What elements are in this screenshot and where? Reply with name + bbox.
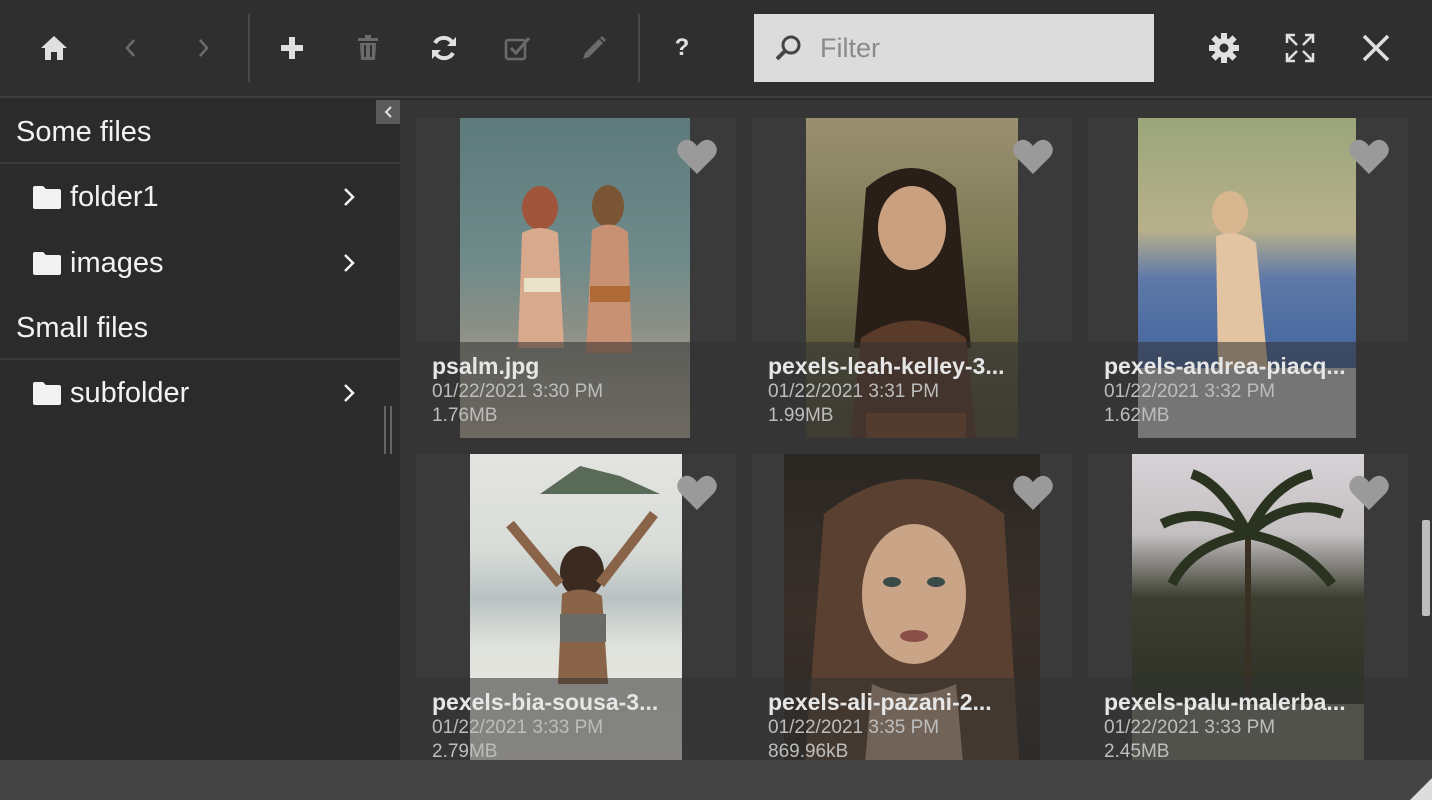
chevron-right-icon [344,254,355,272]
forward-button[interactable] [180,24,228,72]
sidebar-resize-handle[interactable] [384,406,392,454]
file-date: 01/22/2021 3:31 PM [768,381,940,402]
file-tile[interactable]: pexels-leah-kelley-3... 01/22/2021 3:31 … [752,118,1072,438]
sidebar-item-label: images [70,246,164,279]
add-icon [281,37,303,59]
heart-icon[interactable] [1348,138,1390,176]
chevron-right-icon [344,188,355,206]
back-icon [125,39,135,57]
rename-button[interactable] [570,24,618,72]
section-title-small-files: Small files [0,298,400,360]
file-caption: pexels-palu-malerba... 01/22/2021 3:33 P… [1088,678,1408,760]
file-name: pexels-palu-malerba... [1104,689,1346,715]
file-caption: pexels-bia-sousa-3... 01/22/2021 3:33 PM… [416,678,736,760]
file-tile[interactable]: pexels-ali-pazani-2... 01/22/2021 3:35 P… [752,454,1072,760]
file-caption: psalm.jpg 01/22/2021 3:30 PM 1.76MB [416,342,736,438]
refresh-icon [432,35,456,61]
sidebar-item-subfolder[interactable]: subfolder [0,361,400,425]
help-icon: ? [674,34,690,61]
sidebar-item-label: subfolder [70,376,190,409]
select-button[interactable] [494,24,542,72]
file-name: pexels-andrea-piacq... [1104,353,1346,379]
filter-input[interactable] [818,31,1138,65]
folder-icon [33,382,61,405]
refresh-button[interactable] [420,24,468,72]
file-size: 2.45MB [1104,741,1170,760]
file-size: 1.76MB [432,405,498,426]
delete-button[interactable] [344,24,392,72]
file-name: pexels-leah-kelley-3... [768,353,1005,379]
fullscreen-icon [1285,33,1315,63]
file-name: psalm.jpg [432,353,540,379]
toolbar-divider [638,14,640,82]
trash-icon [358,35,378,60]
settings-button[interactable] [1200,24,1248,72]
heart-icon[interactable] [676,474,718,512]
pencil-icon [583,36,606,59]
fullscreen-button[interactable] [1276,24,1324,72]
home-icon [41,36,67,60]
file-tile[interactable]: psalm.jpg 01/22/2021 3:30 PM 1.76MB [416,118,736,438]
grid-scrollbar[interactable] [1422,520,1430,616]
search-icon [775,35,801,61]
file-size: 1.62MB [1104,405,1170,426]
file-tile[interactable]: pexels-andrea-piacq... 01/22/2021 3:32 P… [1088,118,1408,438]
heart-icon[interactable] [1348,474,1390,512]
home-button[interactable] [30,24,78,72]
file-tile[interactable]: pexels-bia-sousa-3... 01/22/2021 3:33 PM… [416,454,736,760]
file-caption: pexels-leah-kelley-3... 01/22/2021 3:31 … [752,342,1072,438]
toolbar-divider [248,14,250,82]
file-date: 01/22/2021 3:32 PM [1104,381,1276,402]
filter-box[interactable] [754,14,1154,82]
help-button[interactable]: ? [658,24,706,72]
gear-icon [1209,33,1239,63]
file-name: pexels-ali-pazani-2... [768,689,992,715]
add-button[interactable] [268,24,316,72]
close-icon [1362,34,1390,62]
close-button[interactable] [1352,24,1400,72]
folder-icon [33,186,61,209]
resize-grip-icon[interactable] [1410,778,1432,800]
forward-icon [199,39,209,57]
file-tile[interactable]: pexels-palu-malerba... 01/22/2021 3:33 P… [1088,454,1408,760]
heart-icon[interactable] [676,138,718,176]
section-title-some-files: Some files [0,102,400,164]
sidebar-item-images[interactable]: images [0,231,400,295]
file-name: pexels-bia-sousa-3... [432,689,659,715]
file-size: 2.79MB [432,741,498,760]
folder-icon [33,252,61,275]
file-caption: pexels-ali-pazani-2... 01/22/2021 3:35 P… [752,678,1072,760]
back-button[interactable] [106,24,154,72]
file-size: 1.99MB [768,405,834,426]
heart-icon[interactable] [1012,138,1054,176]
sidebar-item-label: folder1 [70,180,159,213]
file-date: 01/22/2021 3:33 PM [432,717,604,738]
select-icon [504,37,531,61]
file-size: 869.96kB [768,741,849,760]
file-date: 01/22/2021 3:33 PM [1104,717,1276,738]
sidebar-item-folder1[interactable]: folder1 [0,165,400,229]
status-bar [0,760,1432,800]
file-date: 01/22/2021 3:30 PM [432,381,604,402]
heart-icon[interactable] [1012,474,1054,512]
file-grid: psalm.jpg 01/22/2021 3:30 PM 1.76MB pexe… [400,100,1432,760]
toolbar: ? [0,0,1432,98]
file-caption: pexels-andrea-piacq... 01/22/2021 3:32 P… [1088,342,1408,438]
file-date: 01/22/2021 3:35 PM [768,717,940,738]
chevron-right-icon [344,384,355,402]
